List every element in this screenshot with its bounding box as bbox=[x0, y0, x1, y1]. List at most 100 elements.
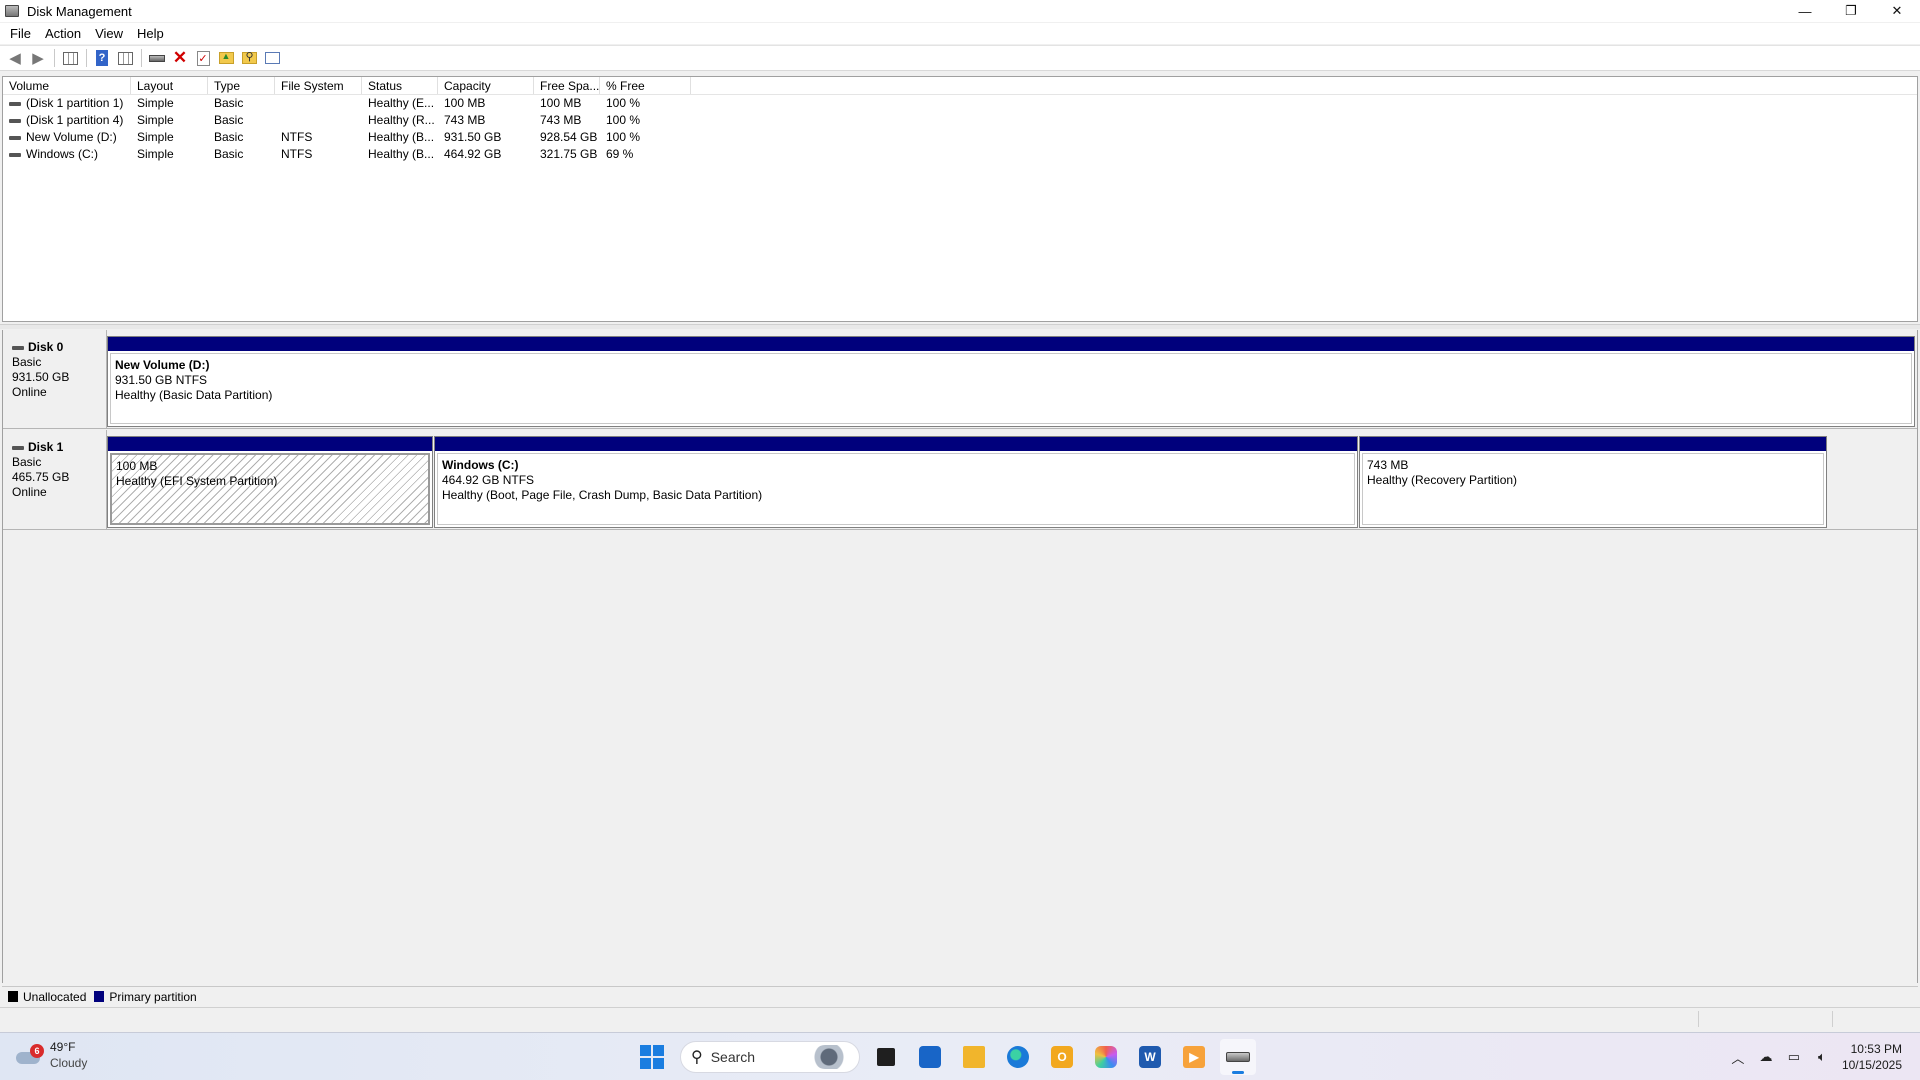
partition-new-volume-d[interactable]: New Volume (D:) 931.50 GB NTFS Healthy (… bbox=[107, 336, 1915, 427]
close-button[interactable]: ✕ bbox=[1874, 0, 1920, 22]
show-hidden-icons-button[interactable]: ︿ bbox=[1724, 1043, 1752, 1071]
help-button[interactable]: ? bbox=[91, 47, 113, 69]
partition-recovery[interactable]: 743 MB Healthy (Recovery Partition) bbox=[1359, 436, 1827, 528]
partition-size: 464.92 GB NTFS bbox=[442, 473, 535, 487]
capacity-cell: 931.50 GB bbox=[444, 130, 502, 144]
disk-map: Disk 0 Basic 931.50 GB Online New Volume… bbox=[2, 330, 1918, 983]
system-tray: ︿ ☁ ▭ 🔈︎ 10:53 PM 10/15/2025 bbox=[1724, 1033, 1920, 1080]
menu-file[interactable]: File bbox=[3, 26, 38, 41]
explore-button[interactable] bbox=[238, 47, 260, 69]
volume-cell: New Volume (D:) bbox=[3, 129, 131, 146]
column-header-type[interactable]: Type bbox=[208, 77, 275, 94]
volume-list-header: Volume Layout Type File System Status Ca… bbox=[3, 77, 1917, 95]
partition-body: Windows (C:) 464.92 GB NTFS Healthy (Boo… bbox=[437, 453, 1355, 525]
free-space-cell: 743 MB bbox=[540, 113, 582, 127]
list-view-button[interactable] bbox=[114, 47, 136, 69]
copilot-button[interactable] bbox=[1088, 1039, 1124, 1075]
partition-windows-c[interactable]: Windows (C:) 464.92 GB NTFS Healthy (Boo… bbox=[434, 436, 1358, 528]
word-button[interactable]: W bbox=[1132, 1039, 1168, 1075]
pane-splitter[interactable] bbox=[0, 324, 1920, 329]
show-hide-console-tree-button[interactable] bbox=[59, 47, 81, 69]
column-header-layout[interactable]: Layout bbox=[131, 77, 208, 94]
clock-date: 10/15/2025 bbox=[1841, 1058, 1902, 1072]
volume-icon bbox=[9, 101, 21, 106]
file-system-cell: NTFS bbox=[281, 147, 313, 161]
folder-icon bbox=[963, 1046, 985, 1068]
check-button[interactable]: ✓ bbox=[192, 47, 214, 69]
file-system-cell bbox=[275, 95, 362, 112]
toolbar-separator bbox=[141, 49, 142, 67]
volume-icon bbox=[9, 118, 21, 123]
taskbar-search[interactable]: ⚲ Search bbox=[680, 1041, 860, 1073]
start-button[interactable] bbox=[634, 1039, 670, 1075]
minimize-button[interactable]: — bbox=[1782, 0, 1828, 22]
back-button[interactable]: ◀ bbox=[4, 47, 26, 69]
volume-button[interactable]: 🔈︎ bbox=[1808, 1043, 1836, 1071]
status-divider bbox=[1698, 1011, 1699, 1027]
task-view-icon bbox=[877, 1048, 895, 1066]
open-folder-button[interactable] bbox=[215, 47, 237, 69]
media-player-button[interactable]: ▶ bbox=[1176, 1039, 1212, 1075]
disk-icon bbox=[12, 345, 24, 350]
disk-icon bbox=[12, 445, 24, 450]
menu-help[interactable]: Help bbox=[130, 26, 171, 41]
partition-size: 743 MB bbox=[1367, 458, 1409, 472]
layout-cell: Simple bbox=[137, 96, 174, 110]
weather-widget[interactable]: 6 49°F Cloudy bbox=[14, 1039, 87, 1071]
column-header-free-space[interactable]: Free Spa... bbox=[534, 77, 600, 94]
table-row[interactable]: New Volume (D:) Simple Basic NTFS Health… bbox=[3, 129, 1917, 146]
volume-cell: (Disk 1 partition 4) bbox=[3, 112, 131, 129]
partition-status: Healthy (EFI System Partition) bbox=[116, 474, 278, 488]
folder-up-icon bbox=[218, 51, 234, 64]
windows-logo-pane bbox=[640, 1045, 651, 1056]
legend: Unallocated Primary partition bbox=[2, 986, 1918, 1006]
outlook-button[interactable]: O bbox=[1044, 1039, 1080, 1075]
table-row[interactable]: Windows (C:) Simple Basic NTFS Healthy (… bbox=[3, 146, 1917, 163]
search-icon: ⚲ bbox=[691, 1049, 703, 1066]
clock[interactable]: 10:53 PM 10/15/2025 bbox=[1842, 1041, 1902, 1073]
partition-body: 743 MB Healthy (Recovery Partition) bbox=[1362, 453, 1824, 525]
microsoft-store-button[interactable] bbox=[912, 1039, 948, 1075]
network-button[interactable]: ▭ bbox=[1780, 1043, 1808, 1071]
column-header-capacity[interactable]: Capacity bbox=[438, 77, 534, 94]
properties-button[interactable] bbox=[261, 47, 283, 69]
partition-efi[interactable]: 100 MB Healthy (EFI System Partition) bbox=[107, 436, 433, 528]
primary-partition-swatch bbox=[94, 991, 105, 1002]
table-row[interactable]: (Disk 1 partition 1) Simple Basic Health… bbox=[3, 95, 1917, 112]
file-explorer-button[interactable] bbox=[956, 1039, 992, 1075]
onedrive-button[interactable]: ☁ bbox=[1752, 1043, 1780, 1071]
volume-icon bbox=[9, 135, 21, 140]
column-header-percent-free[interactable]: % Free bbox=[600, 77, 691, 94]
disk-state: Online bbox=[12, 485, 47, 499]
column-header-volume[interactable]: Volume bbox=[3, 77, 131, 94]
column-header-file-system[interactable]: File System bbox=[275, 77, 362, 94]
type-cell: Basic bbox=[214, 96, 244, 110]
table-row[interactable]: (Disk 1 partition 4) Simple Basic Health… bbox=[3, 112, 1917, 129]
delete-button[interactable]: ✕ bbox=[169, 47, 191, 69]
menu-view[interactable]: View bbox=[88, 26, 130, 41]
status-cell: Healthy (R... bbox=[368, 113, 435, 127]
disk-size: 465.75 GB bbox=[12, 470, 70, 484]
task-view-button[interactable] bbox=[868, 1039, 904, 1075]
menu-bar: File Action View Help bbox=[0, 23, 1920, 44]
disk-row-disk-0: Disk 0 Basic 931.50 GB Online New Volume… bbox=[3, 330, 1917, 429]
forward-button[interactable]: ▶ bbox=[27, 47, 49, 69]
weather-condition: Cloudy bbox=[50, 1056, 88, 1070]
disk-0-label[interactable]: Disk 0 Basic 931.50 GB Online bbox=[3, 330, 107, 428]
column-header-status[interactable]: Status bbox=[362, 77, 438, 94]
disk-management-taskbar-button[interactable] bbox=[1220, 1039, 1256, 1075]
connect-drive-button[interactable] bbox=[146, 47, 168, 69]
menu-action[interactable]: Action bbox=[38, 26, 88, 41]
disk-management-icon bbox=[1226, 1052, 1250, 1062]
weather-temperature: 49°F bbox=[50, 1040, 76, 1054]
volume-icon bbox=[9, 152, 21, 157]
taskbar: 6 49°F Cloudy ⚲ Search O W ▶ ︿ ☁ ▭ 🔈︎ 10… bbox=[0, 1032, 1920, 1080]
maximize-button[interactable]: ❐ bbox=[1828, 0, 1874, 22]
partition-body: 100 MB Healthy (EFI System Partition) bbox=[110, 453, 430, 525]
back-arrow-icon: ◀ bbox=[9, 50, 21, 67]
capacity-cell: 100 MB bbox=[444, 96, 486, 110]
edge-button[interactable] bbox=[1000, 1039, 1036, 1075]
percent-free-cell: 69 % bbox=[606, 147, 634, 161]
disk-1-label[interactable]: Disk 1 Basic 465.75 GB Online bbox=[3, 430, 107, 529]
toolbar-separator bbox=[86, 49, 87, 67]
